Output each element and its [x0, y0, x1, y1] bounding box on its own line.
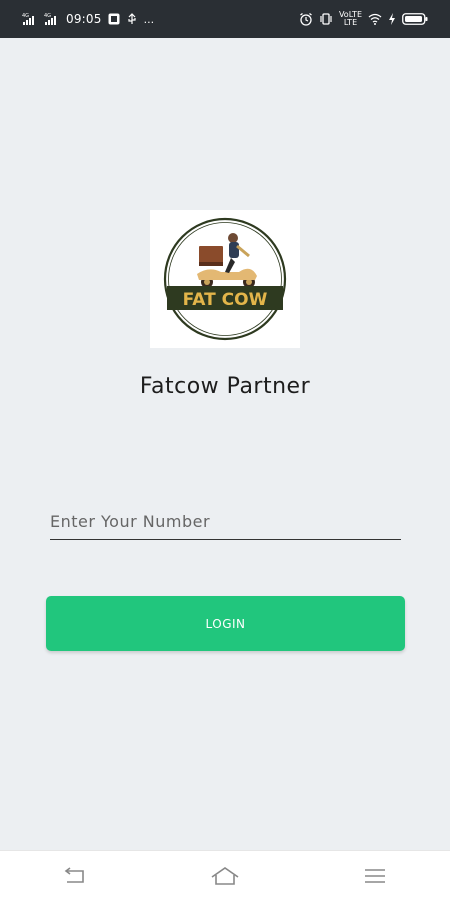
- fatcow-logo-image: FAT COW: [163, 217, 287, 341]
- back-button[interactable]: [53, 858, 97, 894]
- volte-indicator: VoLTE LTE: [339, 11, 362, 27]
- status-bar-left: 4G 4G 09:05 ...: [22, 12, 154, 26]
- wifi-icon: [368, 13, 382, 25]
- usb-icon: [126, 13, 138, 25]
- charging-icon: [388, 13, 396, 25]
- signal-strength-icon: 4G: [22, 13, 38, 25]
- alarm-icon: [299, 12, 313, 26]
- battery-icon: [402, 13, 428, 25]
- login-button[interactable]: LOGIN: [46, 596, 405, 651]
- app-title: Fatcow Partner: [139, 374, 311, 399]
- login-screen: FAT COW Fatcow Partner LOGIN: [0, 38, 450, 850]
- svg-text:FAT COW: FAT COW: [183, 290, 268, 310]
- system-navigation-bar: [0, 850, 450, 901]
- back-icon: [64, 867, 84, 883]
- app-logo: FAT COW: [150, 210, 300, 348]
- menu-button[interactable]: [353, 858, 397, 894]
- status-bar: 4G 4G 09:05 ... VoLTE LTE: [0, 0, 450, 38]
- vibrate-icon: [319, 12, 333, 26]
- menu-icon: [365, 869, 385, 883]
- svg-text:4G: 4G: [22, 13, 29, 19]
- svg-text:4G: 4G: [44, 13, 51, 19]
- home-icon: [211, 867, 239, 885]
- phone-number-input[interactable]: [50, 508, 401, 540]
- signal-strength-icon-2: 4G: [44, 13, 60, 25]
- home-button[interactable]: [203, 858, 247, 894]
- status-time: 09:05: [66, 12, 102, 26]
- more-notifications-icon: ...: [143, 12, 155, 26]
- status-bar-right: VoLTE LTE: [299, 11, 428, 27]
- volte-bottom-label: LTE: [343, 18, 358, 27]
- notification-app-icon: [108, 13, 120, 25]
